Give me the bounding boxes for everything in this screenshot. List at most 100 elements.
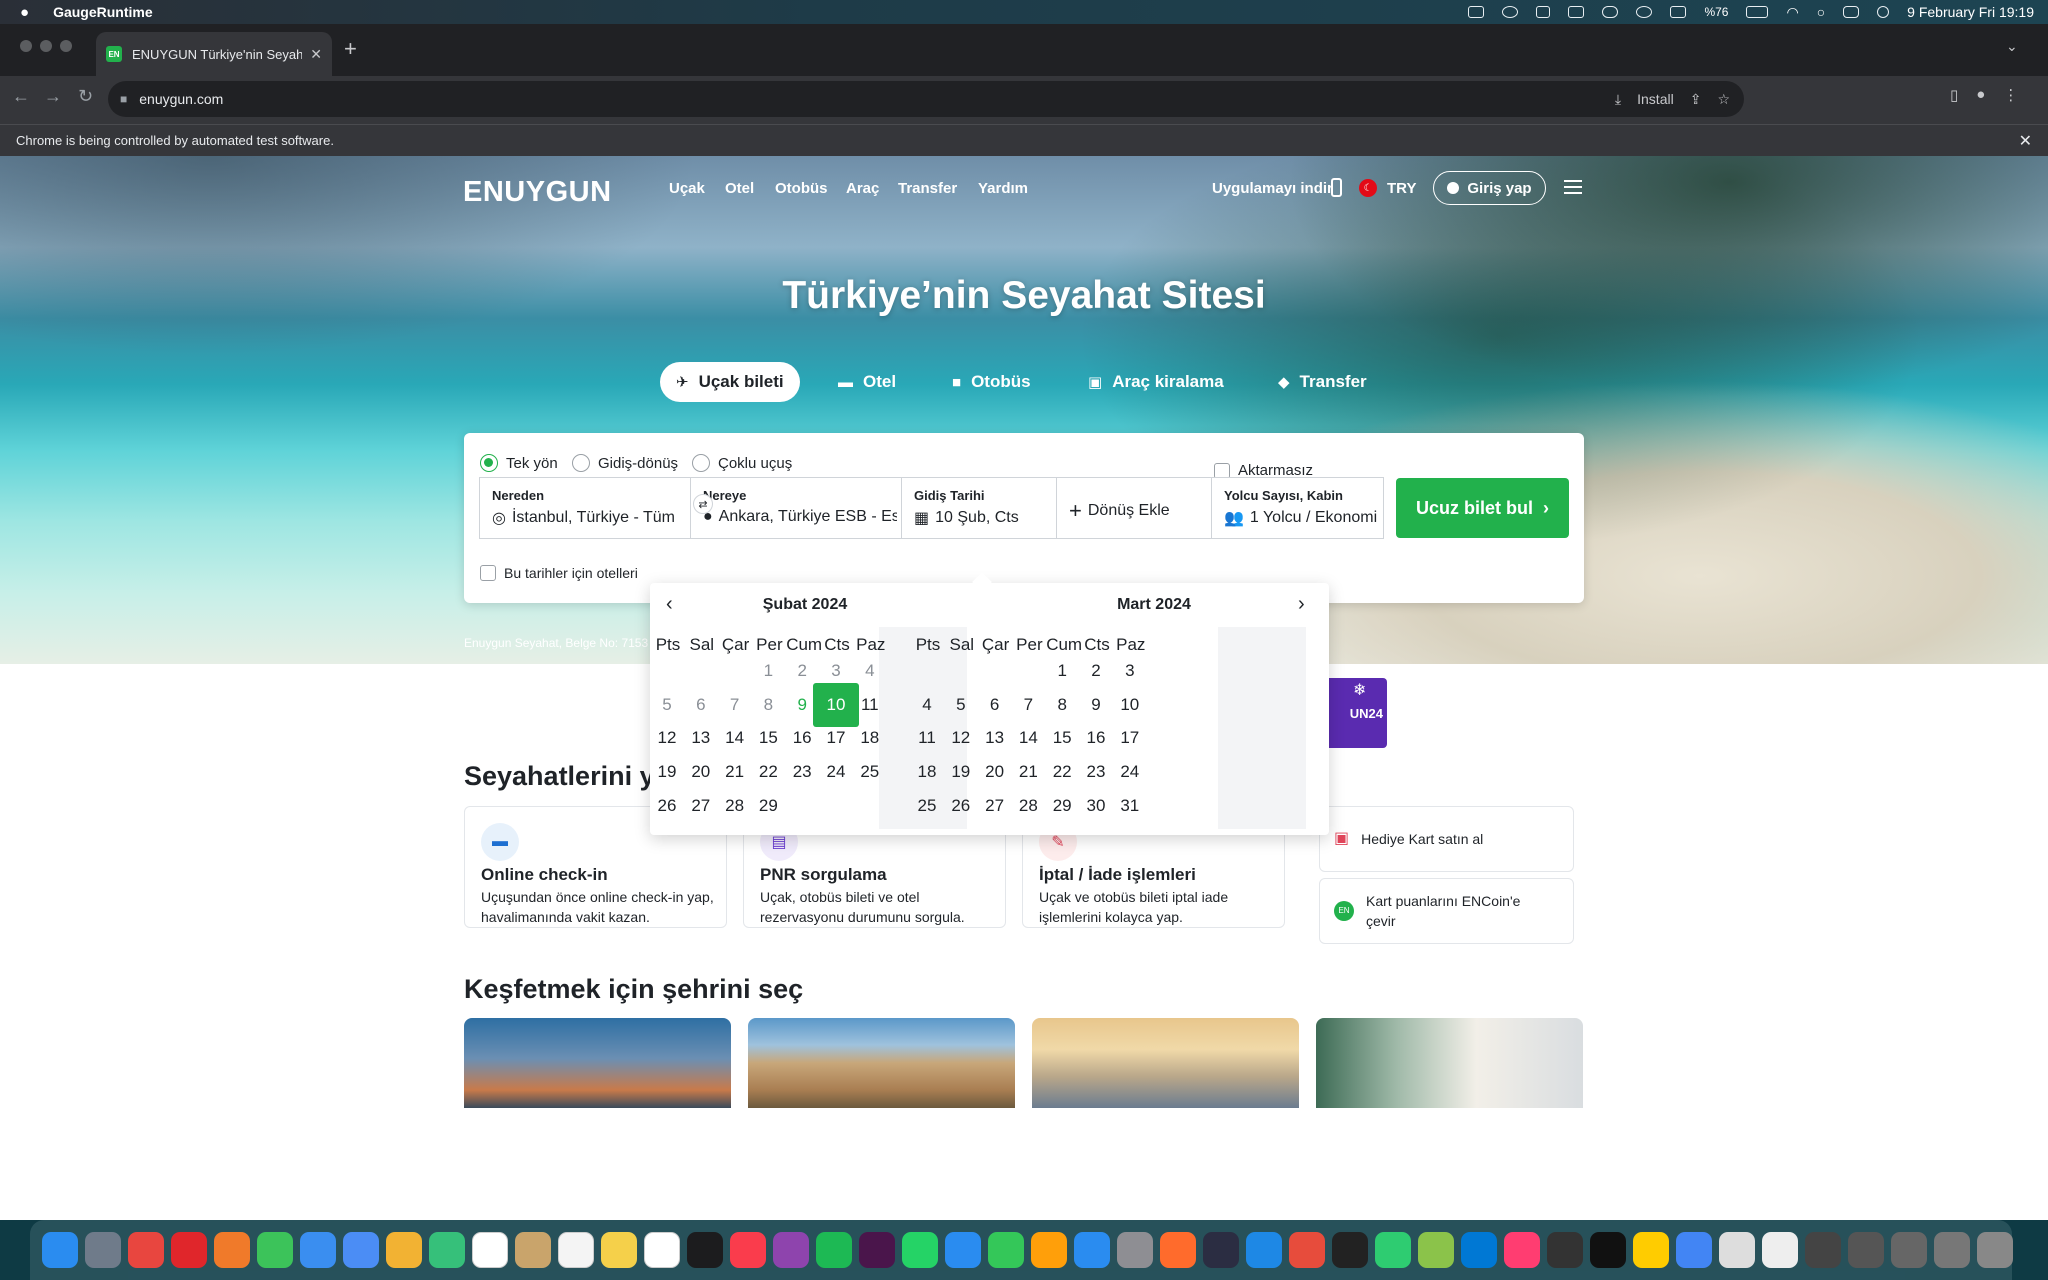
- dock-app-icon[interactable]: [1847, 1232, 1884, 1268]
- nav-yardim[interactable]: Yardım: [978, 180, 1028, 197]
- swap-icon[interactable]: ⇄: [693, 494, 713, 514]
- trip-type-multicity[interactable]: Çoklu uçuş: [692, 454, 792, 472]
- calendar-day[interactable]: 1: [1046, 655, 1078, 687]
- status-icon[interactable]: [1502, 6, 1519, 18]
- wifi-icon[interactable]: ◠: [1786, 4, 1798, 21]
- sidepanel-icon[interactable]: ▯: [1950, 86, 1958, 104]
- dock-app-icon[interactable]: [1030, 1232, 1067, 1268]
- calendar-day[interactable]: 24: [820, 756, 852, 788]
- minimize-window-button[interactable]: [40, 40, 52, 52]
- dock-app-icon[interactable]: [213, 1232, 250, 1268]
- calendar-day[interactable]: 13: [685, 722, 717, 754]
- dock-app-icon[interactable]: [1116, 1232, 1153, 1268]
- calendar-day[interactable]: 23: [786, 756, 818, 788]
- dock-app-icon[interactable]: [1589, 1232, 1626, 1268]
- calendar-day[interactable]: 7: [719, 689, 751, 721]
- calendar-day[interactable]: 5: [651, 689, 683, 721]
- trip-type-oneway[interactable]: Tek yön: [480, 454, 558, 472]
- calendar-day[interactable]: 27: [685, 790, 717, 822]
- dock-app-icon[interactable]: [428, 1232, 465, 1268]
- dock-app-icon[interactable]: [858, 1232, 895, 1268]
- calendar-day[interactable]: 13: [979, 722, 1011, 754]
- nav-arac[interactable]: Araç: [846, 180, 879, 197]
- bookmark-star-icon[interactable]: ☆: [1717, 91, 1730, 108]
- dock-app-icon[interactable]: [729, 1232, 766, 1268]
- calendar-day[interactable]: 28: [1012, 790, 1044, 822]
- dock-app-icon[interactable]: [1675, 1232, 1712, 1268]
- dock-app-icon[interactable]: [256, 1232, 293, 1268]
- city-card-image[interactable]: [748, 1018, 1015, 1108]
- dock-app-icon[interactable]: [514, 1232, 551, 1268]
- dock-app-icon[interactable]: [1890, 1232, 1927, 1268]
- dock-app-icon[interactable]: [944, 1232, 981, 1268]
- phone-icon[interactable]: [1331, 178, 1342, 197]
- dock-app-icon[interactable]: [1374, 1232, 1411, 1268]
- dock-app-icon[interactable]: [385, 1232, 422, 1268]
- app-name[interactable]: GaugeRuntime: [53, 4, 153, 20]
- nav-ucak[interactable]: Uçak: [669, 180, 705, 197]
- new-tab-button[interactable]: +: [344, 36, 357, 62]
- login-button[interactable]: Giriş yap: [1433, 171, 1546, 205]
- address-bar[interactable]: ■ enuygun.com ⤓ Install ⇪ ☆: [108, 81, 1744, 117]
- calendar-day[interactable]: 10: [813, 682, 859, 727]
- status-icon[interactable]: [1468, 6, 1485, 18]
- search-icon[interactable]: ○: [1817, 4, 1825, 20]
- close-tab-icon[interactable]: ✕: [310, 46, 322, 63]
- trip-type-roundtrip[interactable]: Gidiş-dönüş: [572, 454, 678, 472]
- calendar-day[interactable]: 15: [752, 722, 784, 754]
- dock-app-icon[interactable]: [84, 1232, 121, 1268]
- calendar-day[interactable]: 2: [786, 655, 818, 687]
- dock-app-icon[interactable]: [1933, 1232, 1970, 1268]
- close-infobar-icon[interactable]: ✕: [2019, 131, 2032, 151]
- return-date-field[interactable]: + Dönüş Ekle: [1056, 477, 1212, 539]
- dock-app-icon[interactable]: [901, 1232, 938, 1268]
- dock-app-icon[interactable]: [1460, 1232, 1497, 1268]
- calendar-day[interactable]: 26: [651, 790, 683, 822]
- dock-app-icon[interactable]: [1546, 1232, 1583, 1268]
- hotel-offer-checkbox[interactable]: Bu tarihler için otelleri: [480, 565, 638, 581]
- calendar-day[interactable]: 1: [752, 655, 784, 687]
- battery-icon[interactable]: [1746, 6, 1769, 18]
- calendar-day[interactable]: 15: [1046, 722, 1078, 754]
- city-card-image[interactable]: [464, 1018, 731, 1108]
- dock-app-icon[interactable]: [1417, 1232, 1454, 1268]
- calendar-day[interactable]: 10: [1114, 689, 1146, 721]
- calendar-day[interactable]: 14: [719, 722, 751, 754]
- calendar-day[interactable]: 8: [1046, 689, 1078, 721]
- calendar-day[interactable]: 11: [911, 722, 943, 754]
- profile-icon[interactable]: ●: [1976, 86, 1985, 104]
- calendar-day[interactable]: 21: [1012, 756, 1044, 788]
- forward-icon[interactable]: →: [44, 86, 62, 107]
- dock-app-icon[interactable]: [41, 1232, 78, 1268]
- turkey-flag-icon[interactable]: ☾: [1359, 179, 1377, 197]
- calendar-day[interactable]: 5: [945, 689, 977, 721]
- calendar-day[interactable]: 28: [719, 790, 751, 822]
- calendar-day[interactable]: 23: [1080, 756, 1112, 788]
- lock-icon[interactable]: ■: [120, 92, 127, 106]
- clock[interactable]: 9 February Fri 19:19: [1907, 4, 2034, 20]
- calendar-day[interactable]: 19: [945, 756, 977, 788]
- calendar-day[interactable]: 18: [911, 756, 943, 788]
- calendar-day[interactable]: 18: [854, 722, 886, 754]
- calendar-day[interactable]: 24: [1114, 756, 1146, 788]
- city-card-image[interactable]: [1316, 1018, 1583, 1108]
- calendar-day[interactable]: 2: [1080, 655, 1112, 687]
- cloud-icon[interactable]: [1602, 6, 1619, 18]
- calendar-day[interactable]: 9: [1080, 689, 1112, 721]
- display-icon[interactable]: [1670, 6, 1687, 18]
- calendar-day[interactable]: 4: [911, 689, 943, 721]
- nav-otobus[interactable]: Otobüs: [775, 180, 828, 197]
- dock-app-icon[interactable]: [557, 1232, 594, 1268]
- calendar-day[interactable]: 16: [786, 722, 818, 754]
- nav-otel[interactable]: Otel: [725, 180, 754, 197]
- dock-app-icon[interactable]: [686, 1232, 723, 1268]
- search-flights-button[interactable]: Ucuz bilet bul ›: [1396, 478, 1569, 538]
- calendar-day[interactable]: 17: [820, 722, 852, 754]
- dock-app-icon[interactable]: [1761, 1232, 1798, 1268]
- calendar-day[interactable]: 25: [911, 790, 943, 822]
- status-icon[interactable]: [1536, 6, 1551, 18]
- dock-app-icon[interactable]: [815, 1232, 852, 1268]
- calendar-day[interactable]: 6: [979, 689, 1011, 721]
- calendar-day[interactable]: 19: [651, 756, 683, 788]
- status-icon[interactable]: [1568, 6, 1585, 18]
